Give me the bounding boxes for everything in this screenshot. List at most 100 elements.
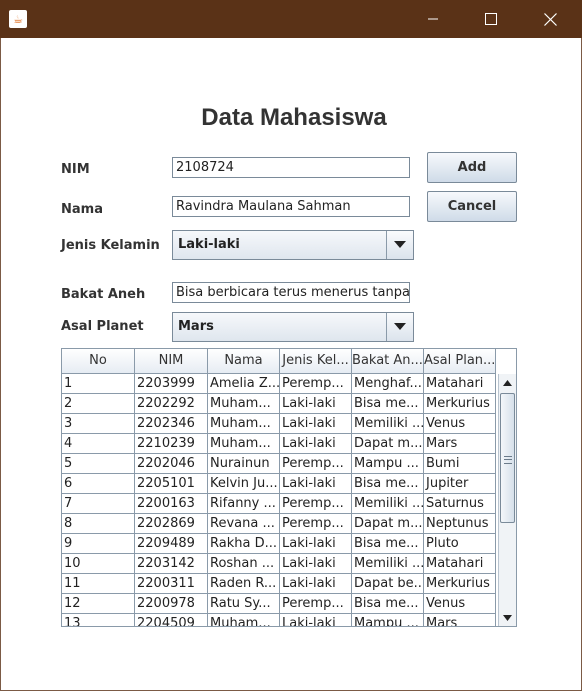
table-cell: Bisa me... bbox=[352, 474, 424, 494]
table-row[interactable]: 4 2210239 Muham... Laki-laki Dapat m... Mars bbox=[62, 434, 498, 454]
table-cell: Muham... bbox=[208, 434, 280, 454]
chevron-down-icon[interactable] bbox=[386, 231, 413, 259]
table-cell: Venus bbox=[424, 594, 496, 614]
table-cell: 7 bbox=[62, 494, 135, 514]
cancel-button[interactable]: Cancel bbox=[427, 191, 517, 222]
nim-input[interactable]: 2108724 bbox=[172, 157, 410, 178]
table-cell: 2202869 bbox=[135, 514, 208, 534]
column-header[interactable]: Asal Plan... bbox=[424, 349, 496, 374]
table-cell: Bisa me... bbox=[352, 394, 424, 414]
planet-label: Asal Planet bbox=[61, 319, 144, 334]
close-button[interactable] bbox=[521, 0, 579, 38]
table-cell: Laki-laki bbox=[280, 574, 352, 594]
table-cell: Muham... bbox=[208, 614, 280, 626]
table-row[interactable]: 1 2203999 Amelia Z... Peremp... Menghaf... Ma… bbox=[62, 374, 498, 394]
nim-label: NIM bbox=[61, 162, 90, 177]
add-button[interactable]: Add bbox=[427, 152, 517, 183]
jenis-kelamin-select[interactable]: Laki-laki bbox=[172, 230, 414, 260]
table-row[interactable]: 9 2209489 Rakha D... Laki-laki Bisa me... Plu… bbox=[62, 534, 498, 554]
chevron-down-icon[interactable] bbox=[386, 313, 413, 341]
table-cell: Laki-laki bbox=[280, 434, 352, 454]
scroll-up-button[interactable] bbox=[499, 374, 516, 391]
table-row[interactable]: 5 2202046 Nurainun Peremp... Mampu ... Bumi bbox=[62, 454, 498, 474]
table-cell: 2200311 bbox=[135, 574, 208, 594]
table-header: No NIM Nama Jenis Kel... Bakat An... Asal Pla… bbox=[62, 349, 496, 374]
table-cell: Mars bbox=[424, 434, 496, 454]
table-body: 1 2203999 Amelia Z... Peremp... Menghaf... Ma… bbox=[62, 374, 498, 626]
nama-label: Nama bbox=[61, 202, 103, 217]
jenis-kelamin-label: Jenis Kelamin bbox=[61, 238, 160, 253]
table-cell: Menghaf... bbox=[352, 374, 424, 394]
table-cell: 1 bbox=[62, 374, 135, 394]
scroll-thumb[interactable] bbox=[500, 393, 515, 523]
maximize-button[interactable] bbox=[462, 0, 520, 38]
page-title: Data Mahasiswa bbox=[201, 104, 387, 131]
column-header[interactable]: No bbox=[62, 349, 135, 374]
table-row[interactable]: 11 2200311 Raden R... Laki-laki Dapat be... M… bbox=[62, 574, 498, 594]
planet-select[interactable]: Mars bbox=[172, 312, 414, 342]
table-cell: 2205101 bbox=[135, 474, 208, 494]
table-cell: 6 bbox=[62, 474, 135, 494]
table-row[interactable]: 7 2200163 Rifanny ... Peremp... Memiliki ...… bbox=[62, 494, 498, 514]
table-cell: Merkurius bbox=[424, 394, 496, 414]
table-row[interactable]: 3 2202346 Muham... Laki-laki Memiliki ... Ven… bbox=[62, 414, 498, 434]
table-cell: Saturnus bbox=[424, 494, 496, 514]
table-row[interactable]: 13 2204509 Muham... Laki-laki Mampu ... Mars bbox=[62, 614, 498, 626]
table-row[interactable]: 8 2202869 Revana ... Peremp... Dapat m... Nep… bbox=[62, 514, 498, 534]
bakat-label: Bakat Aneh bbox=[61, 287, 146, 302]
column-header[interactable]: NIM bbox=[135, 349, 208, 374]
arrow-down-icon bbox=[503, 614, 512, 621]
table-cell: 3 bbox=[62, 414, 135, 434]
table-cell: Muham... bbox=[208, 414, 280, 434]
table-row[interactable]: 2 2202292 Muham... Laki-laki Bisa me... Merku… bbox=[62, 394, 498, 414]
table-row[interactable]: 12 2200978 Ratu Sy... Peremp... Bisa me... Ve… bbox=[62, 594, 498, 614]
table-cell: Roshan ... bbox=[208, 554, 280, 574]
table-cell: Dapat m... bbox=[352, 434, 424, 454]
minimize-button[interactable] bbox=[404, 0, 462, 38]
table-cell: 2203142 bbox=[135, 554, 208, 574]
scroll-down-button[interactable] bbox=[499, 609, 516, 626]
table-cell: Kelvin Ju... bbox=[208, 474, 280, 494]
table-cell: 4 bbox=[62, 434, 135, 454]
arrow-up-icon bbox=[503, 379, 512, 386]
table-cell: Neptunus bbox=[424, 514, 496, 534]
table-cell: Venus bbox=[424, 414, 496, 434]
column-header[interactable]: Bakat An... bbox=[352, 349, 424, 374]
table-cell: 2202046 bbox=[135, 454, 208, 474]
nama-input[interactable]: Ravindra Maulana Sahman bbox=[172, 196, 410, 217]
table-row[interactable]: 10 2203142 Roshan ... Laki-laki Memiliki ...… bbox=[62, 554, 498, 574]
column-header[interactable]: Nama bbox=[208, 349, 280, 374]
bakat-input[interactable]: Bisa berbicara terus menerus tanpa bbox=[172, 282, 410, 303]
table-cell: Bisa me... bbox=[352, 594, 424, 614]
table-cell: Laki-laki bbox=[280, 394, 352, 414]
table-cell: 2202292 bbox=[135, 394, 208, 414]
table-cell: Nurainun bbox=[208, 454, 280, 474]
table-cell: Matahari bbox=[424, 374, 496, 394]
table-cell: 8 bbox=[62, 514, 135, 534]
column-header[interactable]: Jenis Kel... bbox=[280, 349, 352, 374]
table-cell: Mampu ... bbox=[352, 614, 424, 626]
mahasiswa-table: No NIM Nama Jenis Kel... Bakat An... Asal Pla… bbox=[61, 348, 517, 627]
table-cell: 10 bbox=[62, 554, 135, 574]
vertical-scrollbar[interactable] bbox=[498, 374, 516, 626]
maximize-icon bbox=[485, 13, 497, 25]
close-icon bbox=[543, 12, 557, 26]
table-cell: 2204509 bbox=[135, 614, 208, 626]
table-cell: 2200163 bbox=[135, 494, 208, 514]
table-cell: Jupiter bbox=[424, 474, 496, 494]
table-cell: Bumi bbox=[424, 454, 496, 474]
table-cell: 12 bbox=[62, 594, 135, 614]
table-cell: Peremp... bbox=[280, 594, 352, 614]
table-cell: Laki-laki bbox=[280, 554, 352, 574]
table-cell: Raden R... bbox=[208, 574, 280, 594]
table-cell: Mars bbox=[424, 614, 496, 626]
table-cell: 2203999 bbox=[135, 374, 208, 394]
table-cell: Memiliki ... bbox=[352, 554, 424, 574]
table-cell: 2209489 bbox=[135, 534, 208, 554]
table-cell: Rifanny ... bbox=[208, 494, 280, 514]
table-cell: Peremp... bbox=[280, 374, 352, 394]
table-cell: Dapat m... bbox=[352, 514, 424, 534]
table-row[interactable]: 6 2205101 Kelvin Ju... Laki-laki Bisa me... J… bbox=[62, 474, 498, 494]
table-cell: Merkurius bbox=[424, 574, 496, 594]
table-cell: Laki-laki bbox=[280, 614, 352, 626]
